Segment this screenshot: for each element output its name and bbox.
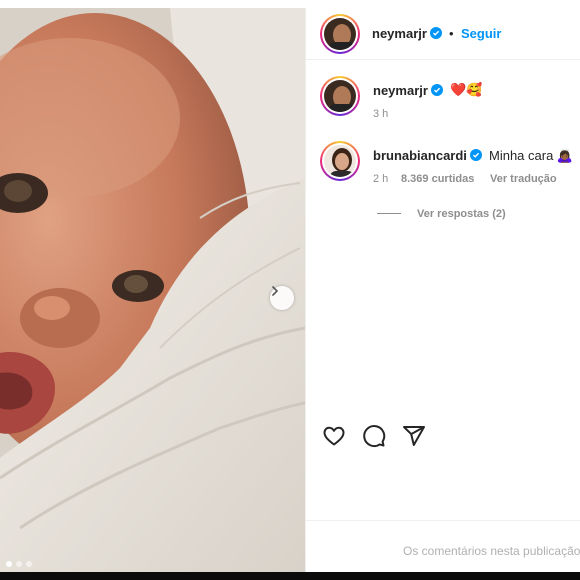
heart-icon[interactable] bbox=[322, 424, 346, 448]
window-bottom-edge bbox=[0, 572, 580, 580]
replies-divider bbox=[377, 213, 401, 214]
follow-button[interactable]: Seguir bbox=[461, 26, 501, 41]
post-header: neymarjr • Seguir bbox=[306, 8, 580, 60]
author-avatar[interactable] bbox=[320, 14, 360, 54]
comment-icon[interactable] bbox=[362, 424, 386, 448]
post-actions bbox=[322, 424, 426, 448]
translate-link[interactable]: Ver tradução bbox=[490, 173, 557, 185]
share-icon[interactable] bbox=[402, 424, 426, 448]
author-username[interactable]: neymarjr bbox=[372, 26, 442, 41]
commenter-avatar[interactable] bbox=[320, 141, 360, 181]
caption-username[interactable]: neymarjr bbox=[373, 83, 443, 98]
verified-icon bbox=[430, 84, 443, 96]
add-comment-bar: Os comentários nesta publicação bbox=[306, 520, 580, 572]
caption-avatar[interactable] bbox=[320, 76, 360, 116]
carousel-dot bbox=[16, 561, 22, 567]
comment-likes[interactable]: 8.369 curtidas bbox=[401, 173, 474, 185]
post-sidebar: neymarjr • Seguir neymarjr ❤️🥰 3 h bruna… bbox=[305, 8, 580, 572]
baby-photo-illustration bbox=[0, 8, 305, 572]
verified-icon bbox=[469, 149, 482, 161]
post-photo bbox=[0, 8, 305, 572]
header-separator: • bbox=[449, 26, 454, 41]
carousel-next-button[interactable] bbox=[270, 286, 294, 310]
caption-timestamp[interactable]: 3 h bbox=[373, 108, 388, 120]
instagram-post-modal: neymarjr • Seguir neymarjr ❤️🥰 3 h bruna… bbox=[0, 0, 580, 572]
caption-text: ❤️🥰 bbox=[450, 82, 483, 97]
carousel-dot bbox=[6, 561, 12, 567]
verified-icon bbox=[429, 27, 442, 39]
commenter-username[interactable]: brunabiancardi bbox=[373, 148, 482, 163]
comment-timestamp[interactable]: 2 h bbox=[373, 173, 388, 185]
carousel-dot bbox=[26, 561, 32, 567]
comment-disabled-notice: Os comentários nesta publicação bbox=[403, 544, 580, 558]
comment-text: Minha cara 🙇🏾‍♀️ bbox=[489, 148, 574, 163]
carousel-dots bbox=[6, 561, 32, 567]
view-replies-button[interactable]: Ver respostas (2) bbox=[417, 208, 506, 220]
chevron-right-icon bbox=[272, 286, 279, 296]
